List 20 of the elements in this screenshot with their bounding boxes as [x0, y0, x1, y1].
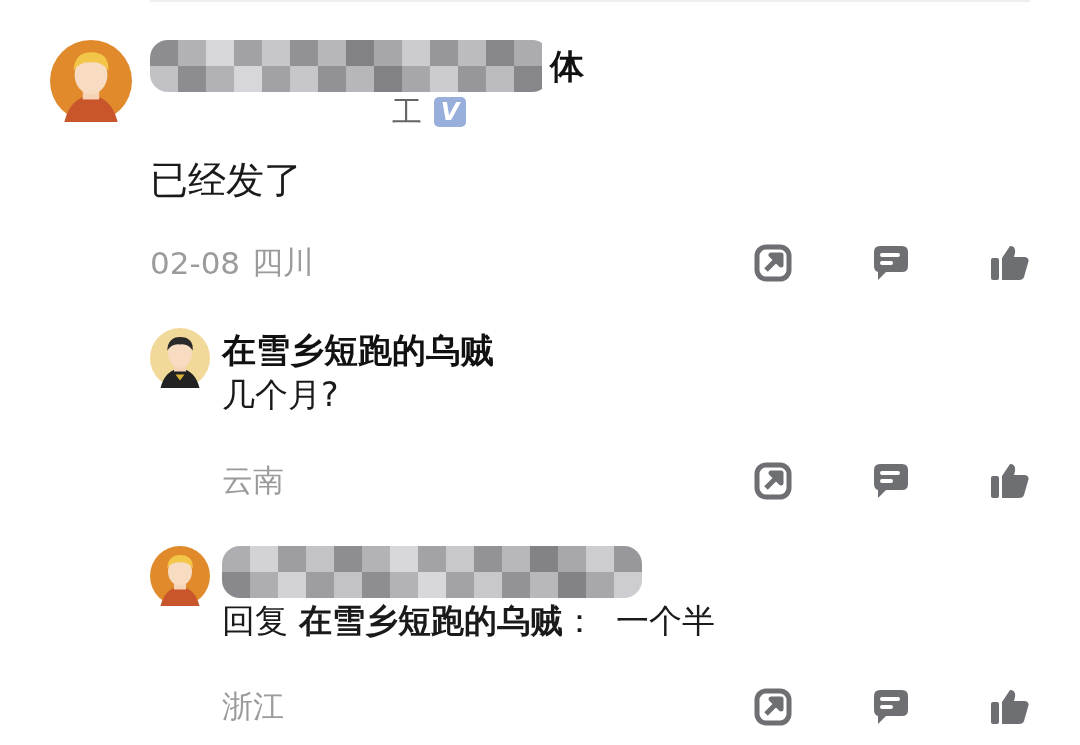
comment-location: 云南 — [222, 461, 284, 500]
comment-icon[interactable] — [872, 462, 910, 500]
thumbs-up-icon[interactable] — [990, 688, 1030, 726]
comment-location: 浙江 — [222, 687, 284, 726]
reply-text: 几个月? — [222, 374, 340, 416]
thumbs-up-icon[interactable] — [990, 244, 1030, 282]
share-icon[interactable] — [754, 688, 792, 726]
comment-text: 已经发了 — [150, 157, 303, 204]
share-icon[interactable] — [754, 462, 792, 500]
thumbs-up-icon[interactable] — [990, 462, 1030, 500]
comment-location: 四川 — [252, 243, 315, 282]
user-name: 体 — [550, 45, 584, 88]
user-title: 工 — [392, 92, 422, 131]
comment-date: 02-08 — [150, 245, 241, 281]
share-icon[interactable] — [754, 244, 792, 282]
user-name: 在雪乡短跑的乌贼 — [222, 329, 495, 372]
reply-text: 回复 在雪乡短跑的乌贼： 一个半 — [222, 600, 717, 642]
comment-icon[interactable] — [872, 688, 910, 726]
comment-icon[interactable] — [872, 244, 910, 282]
verified-badge: V — [434, 97, 466, 127]
